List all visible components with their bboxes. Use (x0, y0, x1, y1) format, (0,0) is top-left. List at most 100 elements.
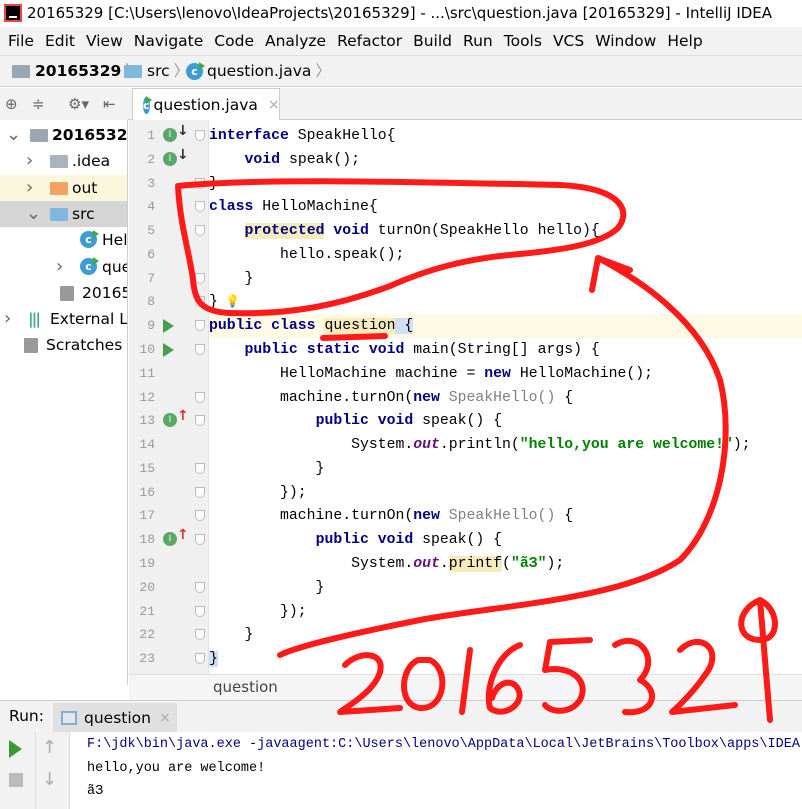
close-run-tab-icon[interactable]: × (159, 710, 171, 726)
project-tree-item[interactable]: › out (0, 174, 127, 201)
code-token: HelloMachine{ (262, 199, 378, 216)
code-line[interactable]: HelloMachine machine = new HelloMachine(… (209, 362, 802, 386)
menu-help[interactable]: Help (667, 27, 702, 55)
fold-icon[interactable] (195, 225, 205, 237)
fold-icon[interactable] (195, 415, 205, 427)
line-number: 7 (147, 270, 155, 286)
menu-navigate[interactable]: Navigate (134, 27, 204, 55)
breadcrumb-src[interactable]: src 〉 (124, 56, 193, 86)
code-line[interactable]: } (209, 172, 802, 196)
hide-panel-icon[interactable]: ⇤ (103, 88, 116, 120)
chevron-down-icon[interactable]: ⌄ (6, 122, 21, 148)
code-line[interactable]: void speak(); (209, 148, 802, 172)
code-line[interactable]: }); (209, 481, 802, 505)
fold-icon[interactable] (195, 201, 205, 213)
line-number: 20 (139, 579, 155, 595)
menu-tools[interactable]: Tools (504, 27, 542, 55)
code-line[interactable]: interface SpeakHello{ (209, 124, 802, 148)
fold-icon[interactable] (195, 462, 205, 474)
code-line[interactable]: hello.speak(); (209, 243, 802, 267)
menu-window[interactable]: Window (595, 27, 656, 55)
chevron-right-icon[interactable]: › (26, 148, 33, 174)
run-icon[interactable] (163, 319, 174, 334)
code-line[interactable]: } 💡 (209, 290, 802, 314)
code-line[interactable]: public class question { (209, 314, 802, 338)
lightbulb-icon[interactable]: 💡 (218, 295, 240, 309)
fold-icon[interactable] (195, 391, 205, 403)
arrow-down-icon[interactable]: ↓ (42, 769, 57, 790)
code-token: public static void (244, 342, 414, 359)
menu-build[interactable]: Build (413, 27, 452, 55)
project-tree-item[interactable]: 20165329.iml (0, 280, 127, 306)
menu-file[interactable]: File (8, 27, 34, 55)
fold-icon[interactable] (195, 486, 205, 498)
fold-icon[interactable] (195, 130, 205, 141)
code-line[interactable]: protected void turnOn(SpeakHello hello){ (209, 219, 802, 243)
rerun-icon[interactable] (9, 740, 22, 758)
menu-edit[interactable]: Edit (45, 27, 75, 55)
project-tree-item[interactable]: Scratches and Consoles (0, 332, 127, 358)
fold-icon[interactable] (195, 605, 205, 617)
menu-code[interactable]: Code (214, 27, 254, 55)
fold-icon[interactable] (195, 581, 205, 593)
chevron-down-icon[interactable]: ⌄ (26, 201, 41, 227)
implements-arrow-up-icon[interactable]: I ↑ (163, 409, 189, 428)
menu-view[interactable]: View (86, 27, 123, 55)
code-line[interactable]: machine.turnOn(new SpeakHello() { (209, 386, 802, 410)
line-number: 18 (139, 532, 155, 548)
implemented-arrow-down-icon[interactable]: I ↓ (163, 124, 189, 142)
code-line[interactable]: class HelloMachine{ (209, 195, 802, 219)
fold-icon[interactable] (195, 653, 205, 665)
code-editor[interactable]: 1 I ↓ 2 I ↓ 3 4 5 6 7 8 9 10 11 12 13 I ↑ 14 15 16 17 18 I ↑ 19 20 2… (129, 120, 802, 674)
code-line[interactable]: System.out.printf("ãЗ"); (209, 552, 802, 576)
menu-analyze[interactable]: Analyze (265, 27, 326, 55)
stop-icon[interactable] (9, 773, 23, 787)
project-tree-item[interactable]: › .idea (0, 148, 127, 174)
code-line[interactable]: } (209, 647, 802, 671)
implemented-arrow-down-icon[interactable]: I ↓ (163, 148, 189, 166)
fold-icon[interactable] (195, 510, 205, 522)
code-line[interactable]: } (209, 267, 802, 291)
menu-run[interactable]: Run (463, 27, 493, 55)
chevron-right-icon[interactable]: › (26, 175, 33, 201)
project-tree-item[interactable]: › ||| External Libraries (0, 306, 127, 332)
run-icon[interactable] (163, 343, 174, 358)
tab-question-java[interactable]: c question.java × (132, 88, 280, 121)
code-line[interactable]: machine.turnOn(new SpeakHello() { (209, 504, 802, 528)
code-line[interactable]: } (209, 457, 802, 481)
run-tab-question[interactable]: question × (53, 703, 177, 733)
breadcrumb-file[interactable]: c question.java 〉 (186, 56, 335, 86)
collapse-all-icon[interactable]: ≑ (32, 88, 45, 120)
chevron-right-icon[interactable]: › (56, 254, 63, 280)
menu-refactor[interactable]: Refactor (337, 27, 402, 55)
code-line[interactable]: public static void main(String[] args) { (209, 338, 802, 362)
project-tree-item[interactable]: cHelloMachine (0, 227, 127, 253)
code-line[interactable]: System.out.println("hello,you are welcom… (209, 433, 802, 457)
locate-icon[interactable]: ⊕ (5, 88, 18, 120)
fold-icon[interactable] (195, 272, 205, 284)
line-number: 11 (139, 365, 155, 381)
fold-icon[interactable] (195, 534, 205, 546)
project-tree-item[interactable]: › cquestion (0, 254, 127, 280)
project-tree-item[interactable]: ⌄ src (0, 200, 127, 227)
arrow-up-icon[interactable]: ↑ (42, 737, 57, 758)
code-line[interactable]: public void speak() { (209, 528, 802, 552)
menu-vcs[interactable]: VCS (553, 27, 584, 55)
fold-icon[interactable] (195, 296, 205, 308)
chevron-right-icon[interactable]: › (4, 306, 11, 332)
fold-icon[interactable] (195, 344, 205, 356)
code-line[interactable]: public void speak() { (209, 409, 802, 433)
code-line[interactable]: }); (209, 600, 802, 624)
fold-icon[interactable] (195, 629, 205, 641)
code-line[interactable]: } (209, 576, 802, 600)
close-tab-icon[interactable]: × (268, 97, 280, 113)
fold-icon[interactable] (195, 177, 205, 189)
code-line[interactable]: } (209, 623, 802, 647)
fold-icon[interactable] (195, 320, 205, 332)
gear-icon[interactable]: ⚙▾ (68, 88, 89, 120)
editor-breadcrumb-item[interactable]: question (213, 675, 278, 699)
console-output[interactable]: F:\jdk\bin\java.exe -javaagent:C:\Users\… (70, 732, 802, 809)
project-tree-item[interactable]: ⌄ 20165329 (0, 122, 127, 148)
implements-arrow-up-icon[interactable]: I ↑ (163, 528, 189, 547)
